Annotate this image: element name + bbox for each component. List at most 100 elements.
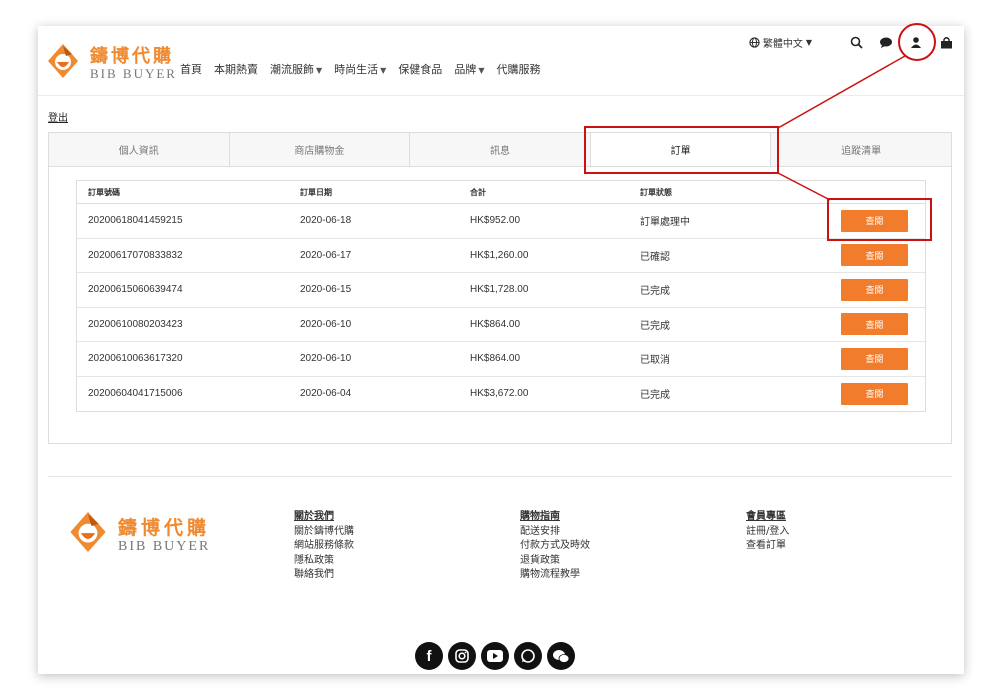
view-order-button[interactable]: 查閱 — [841, 382, 908, 405]
page-frame: 鑄博代購 BIB BUYER 首頁 本期熱賣 潮流服飾 ▼ 時尚生活 ▼ 保健食品 … — [38, 26, 964, 674]
footer-link[interactable]: 網站服務條款 — [294, 539, 354, 554]
footer-column-member: 會員專區 註冊/登入 查看訂單 — [746, 510, 789, 554]
view-order-button[interactable]: 查閱 — [841, 209, 908, 232]
footer-logo[interactable]: 鑄博代購 BIB BUYER — [68, 509, 218, 559]
table-row: 20200618041459215 2020-06-18 HK$952.00 訂… — [77, 204, 925, 239]
table-row: 20200604041715006 2020-06-04 HK$3,672.00… — [77, 377, 925, 412]
tab-store-credit[interactable]: 商店購物金 — [229, 133, 411, 166]
tab-profile[interactable]: 個人資訊 — [49, 133, 230, 166]
orders-table-header: 訂單號碼 訂單日期 合計 訂單狀態 — [77, 181, 925, 204]
brand-name-en: BIB BUYER — [118, 539, 211, 554]
order-status: 訂單處理中 — [640, 217, 690, 229]
chevron-down-icon: ▼ — [380, 66, 387, 75]
logo-mark-icon — [70, 512, 106, 552]
tab-messages[interactable]: 訊息 — [410, 133, 591, 166]
footer-heading: 購物指南 — [520, 511, 560, 522]
tab-orders[interactable]: 訂單 — [590, 133, 772, 166]
youtube-icon[interactable] — [481, 642, 509, 670]
header-order-date: 訂單日期 — [300, 187, 332, 197]
social-links: f — [415, 642, 575, 670]
footer-link[interactable]: 註冊/登入 — [746, 525, 789, 540]
footer-link[interactable]: 購物流程教學 — [520, 568, 590, 583]
order-number: 20200610080203423 — [88, 318, 183, 330]
order-total: HK$864.00 — [470, 353, 521, 365]
order-status: 已完成 — [640, 390, 670, 402]
order-status: 已取消 — [640, 355, 670, 367]
footer-link[interactable]: 退貨政策 — [520, 554, 590, 569]
order-status: 已完成 — [640, 286, 670, 298]
chevron-down-icon: ▼ — [316, 66, 323, 75]
order-total: HK$1,260.00 — [470, 249, 529, 261]
footer-link[interactable]: 聯絡我們 — [294, 568, 354, 583]
nav-item-lifestyle[interactable]: 時尚生活 ▼ — [334, 61, 386, 77]
brand-name-cn: 鑄博代購 — [118, 517, 211, 539]
user-icon[interactable] — [908, 34, 924, 50]
nav-item-fashion[interactable]: 潮流服飾 ▼ — [270, 61, 322, 77]
view-order-button[interactable]: 查閱 — [841, 244, 908, 267]
search-icon[interactable] — [848, 34, 864, 50]
footer-link[interactable]: 隱私政策 — [294, 554, 354, 569]
order-status: 已完成 — [640, 320, 670, 332]
language-selector[interactable]: 繁體中文 ▼ — [749, 35, 812, 50]
order-total: HK$1,728.00 — [470, 284, 529, 296]
header-total: 合計 — [470, 187, 486, 197]
view-order-button[interactable]: 查閱 — [841, 347, 908, 370]
order-date: 2020-06-10 — [300, 353, 352, 365]
order-number: 20200617070833832 — [88, 249, 183, 261]
nav-item-brands[interactable]: 品牌 ▼ — [454, 61, 484, 77]
wechat-icon[interactable] — [547, 642, 575, 670]
footer-link[interactable]: 付款方式及時效 — [520, 539, 590, 554]
whatsapp-icon[interactable] — [514, 642, 542, 670]
footer-heading: 關於我們 — [294, 511, 334, 522]
nav-item-hot[interactable]: 本期熱賣 — [214, 61, 258, 77]
account-panel: 個人資訊 商店購物金 訊息 訂單 追蹤清單 訂單號碼 訂單日期 合計 訂單狀態 … — [48, 132, 952, 444]
nav-item-home[interactable]: 首頁 — [180, 61, 202, 77]
tab-wishlist[interactable]: 追蹤清單 — [771, 133, 951, 166]
bag-icon[interactable] — [938, 34, 954, 50]
brand-logo[interactable]: 鑄博代購 BIB BUYER — [46, 40, 186, 84]
main-nav: 首頁 本期熱賣 潮流服飾 ▼ 時尚生活 ▼ 保健食品 品牌 ▼ 代購服務 — [180, 61, 552, 77]
order-total: HK$864.00 — [470, 318, 521, 330]
language-label: 繁體中文 — [762, 38, 803, 50]
chat-icon[interactable] — [878, 34, 894, 50]
order-total: HK$3,672.00 — [470, 388, 529, 400]
instagram-icon[interactable] — [448, 642, 476, 670]
facebook-icon[interactable]: f — [415, 642, 443, 670]
footer-link[interactable]: 查看訂單 — [746, 539, 789, 554]
order-date: 2020-06-17 — [300, 249, 352, 261]
footer-link[interactable]: 配送安排 — [520, 525, 590, 540]
footer-divider — [48, 476, 952, 477]
order-number: 20200615060639474 — [88, 284, 183, 296]
header-actions: 繁體中文 ▼ — [749, 34, 954, 50]
footer-link[interactable]: 關於鑄博代購 — [294, 525, 354, 540]
order-status: 已確認 — [640, 251, 670, 263]
nav-item-health[interactable]: 保健食品 — [398, 61, 442, 77]
view-order-button[interactable]: 查閱 — [841, 278, 908, 301]
view-order-button[interactable]: 查閱 — [841, 313, 908, 336]
order-number: 20200610063617320 — [88, 353, 183, 365]
table-row: 20200615060639474 2020-06-15 HK$1,728.00… — [77, 273, 925, 308]
globe-icon — [749, 36, 760, 48]
order-date: 2020-06-15 — [300, 284, 352, 296]
header-order-number: 訂單號碼 — [88, 187, 120, 197]
order-number: 20200604041715006 — [88, 388, 183, 400]
brand-name-cn: 鑄博代購 — [90, 46, 174, 67]
order-date: 2020-06-10 — [300, 318, 352, 330]
header-status: 訂單狀態 — [640, 187, 672, 197]
order-date: 2020-06-18 — [300, 215, 352, 227]
orders-table: 訂單號碼 訂單日期 合計 訂單狀態 20200618041459215 2020… — [76, 180, 926, 412]
table-row: 20200617070833832 2020-06-17 HK$1,260.00… — [77, 239, 925, 273]
nav-item-service[interactable]: 代購服務 — [496, 61, 540, 77]
site-header: 鑄博代購 BIB BUYER 首頁 本期熱賣 潮流服飾 ▼ 時尚生活 ▼ 保健食品 … — [38, 26, 964, 96]
table-row: 20200610063617320 2020-06-10 HK$864.00 已… — [77, 342, 925, 377]
order-number: 20200618041459215 — [88, 215, 183, 227]
logout-link[interactable]: 登出 — [48, 109, 68, 124]
logo-mark-icon — [48, 44, 78, 78]
footer-heading: 會員專區 — [746, 511, 786, 522]
footer-column-guide: 購物指南 配送安排 付款方式及時效 退貨政策 購物流程教學 — [520, 510, 590, 583]
footer-column-about: 關於我們 關於鑄博代購 網站服務條款 隱私政策 聯絡我們 — [294, 510, 354, 583]
chevron-down-icon: ▼ — [478, 66, 485, 75]
account-tabs: 個人資訊 商店購物金 訊息 訂單 追蹤清單 — [49, 133, 951, 167]
order-date: 2020-06-04 — [300, 388, 352, 400]
chevron-down-icon: ▼ — [805, 37, 812, 47]
